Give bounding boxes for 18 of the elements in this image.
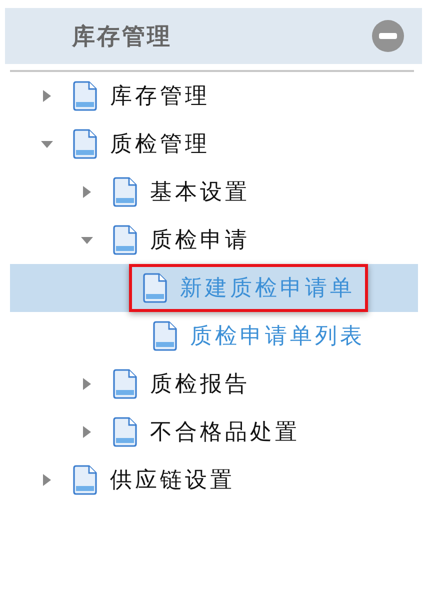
- panel-title: 库存管理: [72, 22, 172, 52]
- document-icon: [112, 417, 138, 447]
- document-icon: [112, 177, 138, 207]
- document-icon: [72, 465, 98, 495]
- tree-item[interactable]: 质检管理: [110, 129, 210, 159]
- collapse-icon[interactable]: [372, 20, 404, 52]
- document-icon: [142, 273, 168, 303]
- tree-item[interactable]: 不合格品处置: [150, 417, 300, 447]
- tree-item[interactable]: 供应链设置: [110, 465, 235, 495]
- document-icon: [112, 225, 138, 255]
- tree-item[interactable]: 库存管理: [110, 81, 210, 111]
- document-icon: [72, 81, 98, 111]
- tree-item[interactable]: 基本设置: [150, 177, 250, 207]
- document-icon: [72, 129, 98, 159]
- document-icon: [112, 369, 138, 399]
- tree-item[interactable]: 质检报告: [150, 369, 250, 399]
- tree-item[interactable]: 质检申请: [150, 225, 250, 255]
- document-icon: [152, 321, 178, 351]
